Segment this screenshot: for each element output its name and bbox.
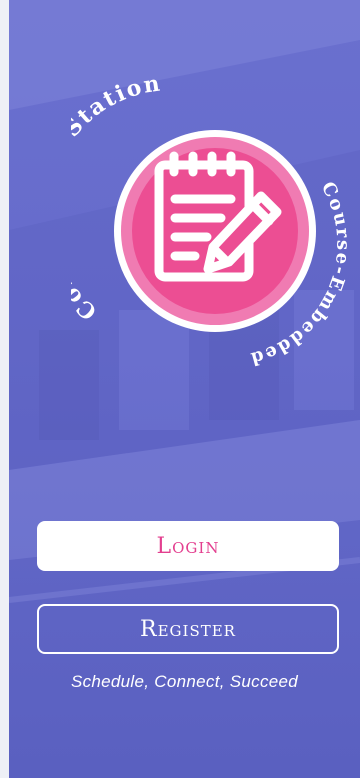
tagline: Schedule, Connect, Succeed — [70, 672, 299, 691]
register-button[interactable]: Register — [37, 604, 339, 654]
app-screen: Consultation Station Course-Embedded Log… — [9, 0, 360, 778]
login-button[interactable]: Login — [37, 521, 339, 571]
consultation-station-logo: Consultation Station Course-Embedded — [71, 70, 351, 369]
